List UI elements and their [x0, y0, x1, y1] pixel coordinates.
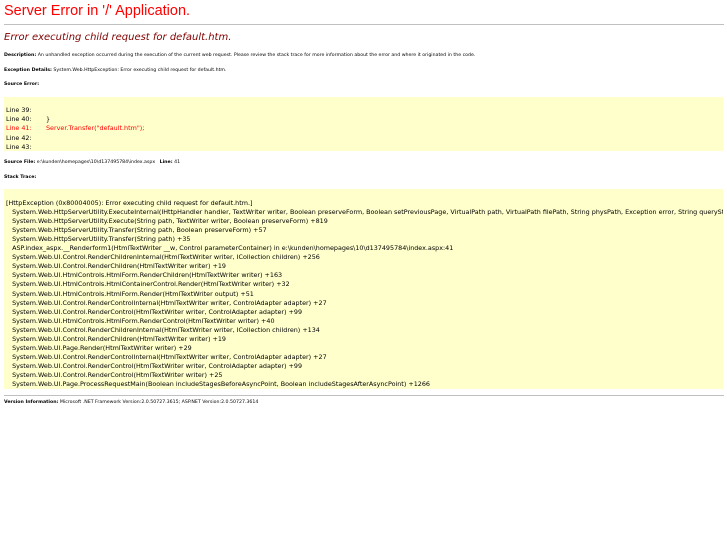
stack-trace-line: System.Web.HttpServerUtility.Transfer(St… [6, 235, 191, 244]
stack-trace-label: Stack Trace: [4, 175, 37, 180]
source-line-number: Line 39: [6, 106, 32, 114]
exception-details-row: Exception Details: System.Web.HttpExcept… [4, 68, 227, 73]
stack-trace-line: System.Web.UI.Control.RenderControl(Html… [6, 307, 303, 316]
stack-trace-line: System.Web.UI.Control.RenderControl(Html… [6, 361, 303, 370]
version-info-label: Version Information: [4, 400, 59, 405]
stack-trace-line: System.Web.UI.Control.RenderControlInter… [6, 298, 327, 307]
stack-trace-line: System.Web.UI.Control.RenderChildrenInte… [6, 253, 320, 262]
stack-trace-line: System.Web.UI.Control.RenderChildren(Htm… [6, 334, 226, 343]
source-error-box: Line 39: Line 40:} Line 41: Server.Transfer… [4, 97, 723, 151]
stack-trace-line: System.Web.UI.HtmlControls.HtmlForm.Rend… [6, 289, 254, 298]
source-line-code: Server.Transfer("default.htm"); [46, 124, 145, 133]
source-line-number: Line 40: [6, 115, 32, 124]
stack-trace-line: ASP.index_aspx.__Renderform1(HtmlTextWri… [6, 244, 454, 253]
exception-details-label: Exception Details: [4, 68, 52, 73]
description-row: Description: An unhandled exception occu… [4, 53, 475, 58]
source-line-code: } [46, 115, 51, 124]
exception-details-text: System.Web.HttpException: Error executin… [51, 68, 227, 73]
error-heading: Error executing child request for defaul… [4, 32, 232, 43]
stack-trace-line: System.Web.UI.Page.Render(HtmlTextWriter… [6, 343, 192, 352]
source-error-label: Source Error: [4, 82, 40, 87]
stack-trace-line: System.Web.UI.Control.RenderChildrenInte… [6, 325, 320, 334]
source-file-label: Source File: [4, 160, 36, 165]
source-line-number: Line 43: [6, 142, 32, 151]
footer-divider [4, 395, 724, 396]
source-file-row: Source File: e:\kunden\homepages\10\d137… [4, 160, 180, 165]
description-label: Description: [4, 53, 37, 58]
stack-trace-line: System.Web.UI.HtmlControls.HtmlForm.Rend… [6, 316, 275, 325]
version-info-row: Version Information: Microsoft .NET Fram… [4, 400, 258, 405]
source-error-heading: Source Error: [4, 82, 39, 87]
title-divider [4, 24, 724, 25]
stack-trace-line: System.Web.HttpServerUtility.Transfer(St… [6, 226, 267, 235]
source-line-number: Line 41: [6, 124, 32, 133]
source-line-value: 41 [172, 160, 181, 165]
stack-trace-line: [HttpException (0x80004005): Error execu… [6, 199, 253, 207]
source-line-label: Line: [159, 160, 173, 165]
stack-trace-line: System.Web.UI.HtmlControls.HtmlForm.Rend… [6, 271, 283, 280]
stack-trace-line: System.Web.UI.Control.RenderChildren(Htm… [6, 262, 226, 271]
source-file-path: e:\kunden\homepages\10\d137495784\index.… [35, 160, 156, 165]
stack-trace-box: [HttpException (0x80004005): Error execu… [4, 189, 723, 389]
stack-trace-line: System.Web.UI.HtmlControls.HtmlContainer… [6, 280, 290, 289]
stack-trace-line: System.Web.HttpServerUtility.Execute(Str… [6, 217, 328, 226]
stack-trace-line: System.Web.UI.Control.RenderControl(Html… [6, 370, 223, 379]
stack-trace-heading: Stack Trace: [4, 175, 36, 180]
stack-trace-line: System.Web.UI.Control.RenderControlInter… [6, 352, 327, 361]
version-info-text: Microsoft .NET Framework Version:2.0.507… [58, 400, 259, 405]
stack-trace-line: System.Web.HttpServerUtility.ExecuteInte… [12, 208, 723, 217]
page-title: Server Error in '/' Application. [4, 3, 191, 19]
source-line-number: Line 42: [6, 133, 32, 142]
stack-trace-line: System.Web.UI.Page.ProcessRequestMain(Bo… [6, 380, 430, 388]
description-text: An unhandled exception occurred during t… [36, 53, 476, 58]
